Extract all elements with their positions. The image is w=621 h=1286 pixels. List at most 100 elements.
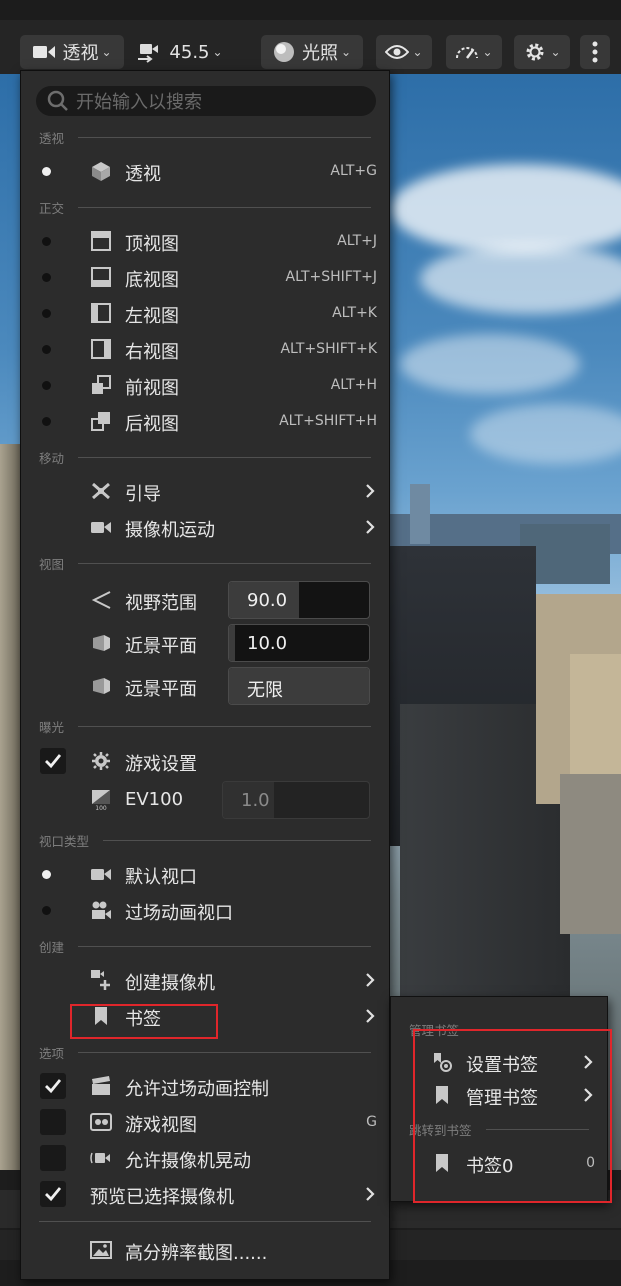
- menu-item-preview-selected-cameras[interactable]: 预览已选择摄像机: [21, 1177, 389, 1211]
- cinematic-camera-icon: [92, 901, 111, 919]
- ev100-input[interactable]: 1.0: [222, 781, 370, 819]
- radio-unselected-icon: [42, 237, 51, 246]
- section-perspective: 透视: [39, 128, 371, 146]
- preview-selected-cameras-checkbox[interactable]: [40, 1181, 66, 1207]
- more-vertical-icon: [592, 41, 598, 63]
- shortcut-label: G: [366, 1114, 377, 1130]
- viewport-toolbar: 透视 ⌄ 45.5 ⌄ 光照 ⌄ ⌄ ⌄ ⌄: [0, 20, 621, 74]
- chevron-right-icon: [366, 973, 375, 987]
- menu-item-game-settings[interactable]: 游戏设置: [21, 744, 389, 778]
- far-plane-input[interactable]: 无限: [228, 667, 370, 705]
- menu-item-label: 游戏设置: [125, 754, 197, 775]
- radio-selected-icon: [42, 870, 51, 879]
- camera-speed-button[interactable]: 45.5 ⌄: [134, 35, 226, 69]
- section-label: 视图: [39, 556, 65, 572]
- menu-search-box[interactable]: 开始输入以搜索: [36, 86, 376, 116]
- lit-sphere-icon: [273, 42, 294, 62]
- radio-unselected-icon: [42, 417, 51, 426]
- menu-item-label: 创建摄像机: [125, 973, 215, 994]
- menu-item-left-view[interactable]: 左视图 ALT+K: [21, 296, 389, 330]
- menu-item-top-view[interactable]: 顶视图 ALT+J: [21, 224, 389, 258]
- field-of-view-icon: [91, 591, 111, 609]
- building: [410, 484, 430, 544]
- section-label: 创建: [39, 939, 65, 955]
- create-camera-icon: [91, 970, 110, 990]
- menu-item-high-res-screenshot[interactable]: 高分辨率截图......: [21, 1233, 389, 1267]
- menu-item-label: 引导: [125, 484, 161, 505]
- more-options-button[interactable]: [580, 35, 610, 69]
- menu-item-label: 高分辨率截图......: [125, 1243, 268, 1264]
- game-view-checkbox[interactable]: [40, 1109, 66, 1135]
- section-move: 移动: [39, 448, 371, 466]
- show-flags-button[interactable]: ⌄: [376, 35, 432, 69]
- menu-item-front-view[interactable]: 前视图 ALT+H: [21, 368, 389, 402]
- camera-shake-icon: [90, 1152, 110, 1164]
- menu-item-label: 右视图: [125, 342, 179, 363]
- chevron-right-icon: [366, 1187, 375, 1201]
- menu-item-create-camera[interactable]: 创建摄像机: [21, 963, 389, 997]
- menu-item-label: 允许摄像机晃动: [125, 1151, 251, 1172]
- section-label: 正交: [39, 200, 65, 216]
- chevron-right-icon: [366, 1009, 375, 1023]
- section-label: 曝光: [39, 719, 65, 735]
- menu-item-label: 默认视口: [125, 867, 197, 888]
- menu-item-pilot[interactable]: 引导: [21, 474, 389, 508]
- allow-camera-shake-checkbox[interactable]: [40, 1145, 66, 1171]
- chevron-down-icon: ⌄: [482, 45, 493, 59]
- viewport-type-menu: 开始输入以搜索 透视 透视 ALT+G 正交 顶视图 ALT+J 底视图 ALT…: [20, 70, 390, 1280]
- near-plane-input[interactable]: 10.0: [228, 624, 370, 662]
- menu-item-right-view[interactable]: 右视图 ALT+SHIFT+K: [21, 332, 389, 366]
- checkmark-icon: [45, 1079, 62, 1094]
- menu-item-default-viewport[interactable]: 默认视口: [21, 857, 389, 891]
- menu-item-allow-camera-shake[interactable]: 允许摄像机晃动: [21, 1141, 389, 1175]
- menu-item-bottom-view[interactable]: 底视图 ALT+SHIFT+J: [21, 260, 389, 294]
- menu-item-back-view[interactable]: 后视图 ALT+SHIFT+H: [21, 404, 389, 438]
- section-label: 透视: [39, 130, 65, 146]
- settings-button[interactable]: ⌄: [514, 35, 570, 69]
- clapperboard-icon: [92, 1076, 110, 1095]
- menu-item-perspective[interactable]: 透视 ALT+G: [21, 154, 389, 188]
- gamepad-icon: [92, 752, 110, 770]
- near-plane-slider-fill: [229, 625, 235, 661]
- lighting-label: 光照: [301, 43, 338, 64]
- lighting-dropdown-button[interactable]: 光照 ⌄: [261, 35, 363, 69]
- chevron-down-icon: ⌄: [550, 45, 561, 59]
- menu-item-label: 摄像机运动: [125, 520, 215, 541]
- checkmark-icon: [45, 754, 62, 769]
- menu-item-label: 左视图: [125, 306, 179, 327]
- chevron-down-icon: ⌄: [212, 45, 223, 59]
- menu-item-game-view[interactable]: 游戏视图 G: [21, 1105, 389, 1139]
- chevron-right-icon: [366, 484, 375, 498]
- game-settings-checkbox[interactable]: [40, 748, 66, 774]
- front-view-icon: [92, 375, 111, 394]
- gear-icon: [526, 43, 544, 61]
- menu-item-camera-movement[interactable]: 摄像机运动: [21, 510, 389, 544]
- chevron-down-icon: ⌄: [101, 45, 112, 59]
- shortcut-label: ALT+G: [330, 163, 377, 179]
- video-camera-icon: [91, 869, 111, 880]
- menu-item-label: 远景平面: [125, 679, 197, 700]
- shortcut-label: ALT+SHIFT+J: [285, 269, 378, 285]
- back-view-icon: [91, 412, 110, 431]
- fov-input[interactable]: 90.0: [228, 581, 370, 619]
- perspective-dropdown-button[interactable]: 透视 ⌄: [20, 35, 124, 69]
- section-exposure: 曝光: [39, 717, 371, 735]
- far-plane-icon: [93, 678, 110, 694]
- performance-button[interactable]: ⌄: [446, 35, 502, 69]
- section-label: 移动: [39, 450, 65, 466]
- radio-unselected-icon: [42, 906, 51, 915]
- menu-item-label: 近景平面: [125, 636, 197, 657]
- building: [570, 654, 621, 784]
- perspective-label: 透视: [62, 43, 99, 64]
- menu-item-label: 预览已选择摄像机: [90, 1187, 234, 1208]
- game-view-icon: [90, 1113, 112, 1131]
- menu-item-label: 允许过场动画控制: [125, 1079, 269, 1100]
- menu-item-allow-cinematic-control[interactable]: 允许过场动画控制: [21, 1069, 389, 1103]
- pilot-icon: [92, 482, 110, 500]
- shortcut-label: ALT+SHIFT+H: [279, 413, 377, 429]
- eye-icon: [385, 45, 410, 59]
- allow-cinematic-control-checkbox[interactable]: [40, 1073, 66, 1099]
- radio-selected-icon: [42, 167, 51, 176]
- highlight-box: [70, 1004, 218, 1039]
- menu-item-cinematic-viewport[interactable]: 过场动画视口: [21, 893, 389, 927]
